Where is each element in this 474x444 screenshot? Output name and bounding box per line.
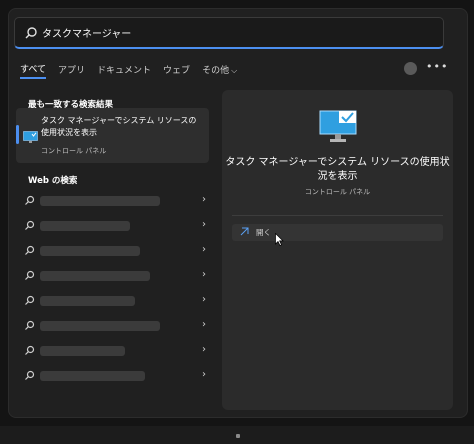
chevron-right-icon: › xyxy=(202,319,206,330)
selection-indicator xyxy=(16,125,19,144)
mouse-cursor xyxy=(275,233,284,246)
chevron-right-icon: › xyxy=(202,369,206,380)
chevron-right-icon: › xyxy=(202,244,206,255)
blurred-result-text xyxy=(40,371,145,381)
blurred-result-text xyxy=(40,346,125,356)
search-icon xyxy=(25,345,35,355)
search-icon xyxy=(25,220,35,230)
search-icon xyxy=(25,320,35,330)
blurred-result-text xyxy=(40,246,140,256)
search-icon xyxy=(25,295,35,305)
blurred-result-text xyxy=(40,196,160,206)
more-options-icon[interactable]: ••• xyxy=(426,60,448,73)
detail-pane: タスク マネージャーでシステム リソースの使用状況を表示 コントロール パネル … xyxy=(222,90,453,410)
chevron-right-icon: › xyxy=(202,269,206,280)
chevron-right-icon: › xyxy=(202,219,206,230)
chevron-right-icon: › xyxy=(202,344,206,355)
blurred-result-text xyxy=(40,271,150,281)
web-result-item[interactable]: › xyxy=(20,291,210,311)
search-input[interactable] xyxy=(42,27,412,38)
chevron-right-icon: › xyxy=(202,194,206,205)
best-match-subtitle: コントロール パネル xyxy=(41,147,107,155)
chevron-right-icon: › xyxy=(202,294,206,305)
open-label: 開く xyxy=(256,228,271,237)
blurred-result-text xyxy=(40,221,130,231)
chevron-down-icon: ⌵ xyxy=(231,65,238,75)
web-result-item[interactable]: › xyxy=(20,341,210,361)
open-button[interactable]: 開く xyxy=(232,224,443,241)
tab-apps[interactable]: アプリ xyxy=(58,63,85,78)
tab-web[interactable]: ウェブ xyxy=(163,63,190,78)
divider xyxy=(232,215,443,216)
open-icon xyxy=(240,227,249,236)
tab-all[interactable]: すべて xyxy=(20,62,47,79)
web-result-item[interactable]: › xyxy=(20,191,210,211)
blurred-result-text xyxy=(40,296,135,306)
web-result-item[interactable]: › xyxy=(20,216,210,236)
monitor-check-icon xyxy=(319,110,357,142)
web-result-item[interactable]: › xyxy=(20,241,210,261)
avatar[interactable] xyxy=(404,62,417,75)
monitor-check-icon xyxy=(23,131,38,143)
search-box[interactable] xyxy=(14,17,444,49)
tab-more-label: その他 xyxy=(202,65,230,76)
web-result-item[interactable]: › xyxy=(20,266,210,286)
search-icon xyxy=(25,195,35,205)
tab-documents[interactable]: ドキュメント xyxy=(97,63,151,78)
filter-tabs: すべて アプリ ドキュメント ウェブ その他 ⌵ xyxy=(20,61,249,79)
search-icon xyxy=(25,26,37,38)
tab-more[interactable]: その他 ⌵ xyxy=(202,63,237,78)
search-icon xyxy=(25,245,35,255)
web-result-item[interactable]: › xyxy=(20,316,210,336)
web-result-item[interactable]: › xyxy=(20,366,210,386)
taskbar-indicator xyxy=(236,434,240,438)
detail-subtitle: コントロール パネル xyxy=(304,188,371,196)
search-icon xyxy=(25,270,35,280)
web-search-heading: Web の検索 xyxy=(28,176,78,186)
best-match-item[interactable]: タスク マネージャーでシステム リソースの使用状況を表示 コントロール パネル xyxy=(16,108,209,163)
blurred-result-text xyxy=(40,321,160,331)
search-icon xyxy=(25,370,35,380)
detail-title: タスク マネージャーでシステム リソースの使用状況を表示 xyxy=(225,157,450,182)
best-match-title: タスク マネージャーでシステム リソースの使用状況を表示 xyxy=(41,116,197,137)
